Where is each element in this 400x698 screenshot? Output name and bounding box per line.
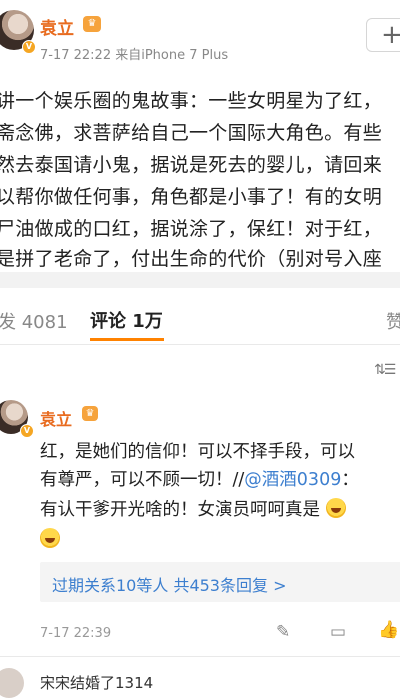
follow-button[interactable]: + [366, 18, 400, 52]
post-meta: 7-17 22:22 来自iPhone 7 Plus [40, 48, 229, 63]
tab-reposts[interactable]: 发 4081 [0, 308, 68, 334]
edit-reply-icon[interactable]: ✎ [276, 622, 290, 642]
next-comment-author[interactable]: 宋宋结婚了1314 [40, 672, 153, 693]
post-text-line-2: 斋念佛，求菩萨给自己一个国际大角色。有些 [0, 122, 383, 144]
sort-icon[interactable]: ⇅☰ [374, 362, 396, 378]
comment-text-line-3-text: 有认干爹开光啥的！女演员呵呵真是 [40, 500, 320, 520]
laugh-emoji-icon [325, 498, 346, 518]
comment-reply-icon[interactable]: ▭ [330, 622, 346, 642]
post-text-line-3: 然去泰国请小鬼，据说是死去的婴儿，请回来 [0, 154, 383, 176]
post-author-name[interactable]: 袁立 [40, 14, 74, 39]
section-separator [0, 272, 400, 288]
tab-likes[interactable]: 赞 [386, 308, 400, 334]
comment-text-line-2-suffix: ： [341, 470, 359, 490]
comment-mention-link[interactable]: @酒酒0309 [244, 470, 341, 490]
tab-active-indicator [90, 338, 164, 341]
comment-text-line-2-prefix: 有尊严，可以不顾一切！// [40, 470, 245, 490]
post-text-line-4: 以帮你做任何事，角色都是小事了！有的女明 [0, 186, 383, 208]
commenter-verified-icon: V [20, 424, 34, 438]
comment-text-line-4 [40, 528, 60, 549]
comment-text-line-3: 有认干爹开光啥的！女演员呵呵真是 [40, 496, 346, 521]
next-commenter-avatar[interactable] [0, 668, 24, 698]
comment-text-line-2: 有尊严，可以不顾一切！//@酒酒0309： [40, 466, 359, 491]
comment-text-line-1: 红，是她们的信仰！可以不择手段，可以 [40, 442, 355, 462]
verified-badge-icon: V [22, 40, 36, 54]
like-thumb-icon[interactable]: 👍 [378, 620, 399, 640]
tab-comments[interactable]: 评论 1万 [90, 307, 163, 333]
comment-author-name[interactable]: 袁立 [40, 406, 72, 430]
post-text-line-1: 讲一个娱乐圈的鬼故事：一些女明星为了红， [0, 90, 383, 112]
view-replies-link[interactable]: 过期关系10等人 共453条回复 > [52, 572, 286, 596]
post-text-line-6: 是拼了老命了，付出生命的代价（别对号入座 [0, 248, 383, 270]
post-text-line-5: 尸油做成的口红，据说涂了，保红！对于红， [0, 218, 383, 240]
tabs-divider [0, 344, 400, 345]
comment-date: 7-17 22:39 [40, 626, 112, 641]
vip-crown-icon: ♛ [83, 16, 101, 32]
comment-divider [0, 656, 400, 657]
commenter-vip-icon: ♛ [82, 406, 98, 421]
laugh-emoji-icon-2 [40, 528, 60, 548]
